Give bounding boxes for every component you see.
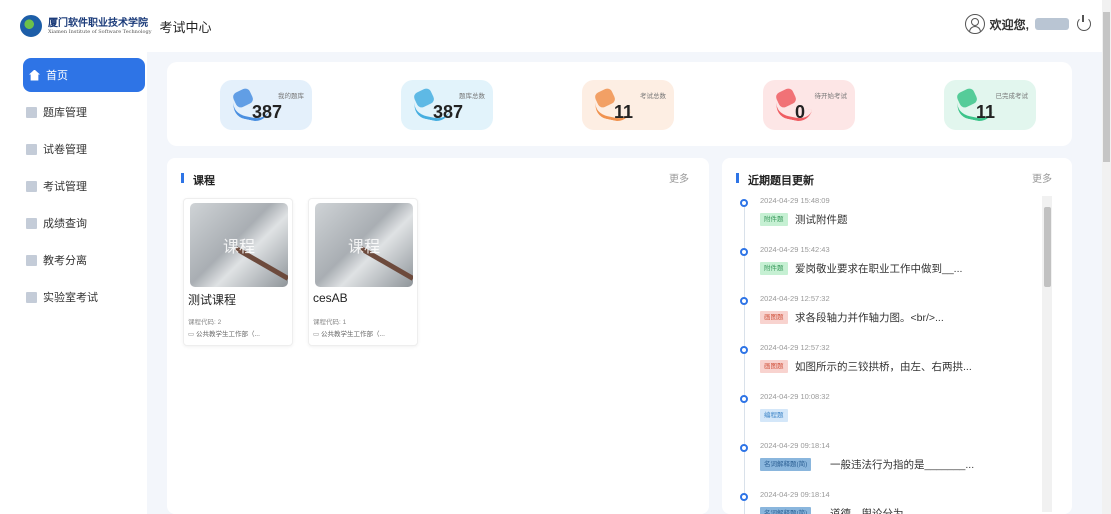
update-item[interactable]: 2024-04-29 09:18:14 名词解释题(简) 道德、舆论分为... <box>734 488 1034 514</box>
school-name: 厦门软件职业技术学院 Xiamen Institute of Software … <box>48 17 152 35</box>
course-name[interactable]: 测试课程 <box>188 291 236 308</box>
user-avatar-icon[interactable] <box>964 14 985 34</box>
update-time: 2024-04-29 15:42:43 <box>760 245 830 254</box>
question-type-badge: 附件题 <box>760 262 788 275</box>
update-text[interactable]: 一般违法行为指的是_______... <box>830 457 974 472</box>
app-title: 考试中心 <box>159 19 212 35</box>
sidebar-item-label: 成绩查询 <box>43 218 87 230</box>
timeline-dot-icon <box>740 199 748 207</box>
update-item[interactable]: 2024-04-29 09:18:14 名词解释题(简) 一般违法行为指的是____… <box>734 439 1034 479</box>
update-text[interactable]: 求各段轴力并作轴力图。<br/>... <box>795 310 944 325</box>
update-text[interactable]: 如图所示的三铰拱桥，由左、右两拱... <box>795 359 972 374</box>
question-type-badge: 名词解释题(简) <box>760 507 812 514</box>
timeline-dot-icon <box>740 444 748 452</box>
power-icon[interactable] <box>1077 15 1091 31</box>
course-code: 课程代码: 2 <box>188 319 222 326</box>
sidebar-item-0[interactable]: 首页 <box>23 58 145 92</box>
separation-icon <box>26 254 37 266</box>
stat-label: 我的题库 <box>278 93 304 100</box>
update-item[interactable]: 2024-04-29 12:57:32 画图题 求各段轴力并作轴力图。<br/>..… <box>734 292 1034 332</box>
update-time: 2024-04-29 09:18:14 <box>760 441 830 450</box>
update-time: 2024-04-29 12:57:32 <box>760 343 830 352</box>
question-type-badge: 附件题 <box>760 213 788 226</box>
courses-panel: 课程 更多 课程测试课程课程代码: 2公共教学生工作部（...课程cesAB课程… <box>167 158 709 514</box>
course-card[interactable]: 课程测试课程课程代码: 2 公共教学生工作部（... <box>183 198 293 346</box>
paper-icon <box>26 143 37 155</box>
updates-more-link[interactable]: 更多 <box>1032 170 1052 185</box>
timeline-dot-icon <box>740 493 748 501</box>
stat-value: 0 <box>795 102 806 122</box>
stat-label: 考试总数 <box>640 93 666 100</box>
update-item[interactable]: 2024-04-29 10:08:32 编程题 <box>734 390 1034 430</box>
course-code: 课程代码: 1 <box>313 319 347 326</box>
sidebar-item-label: 题库管理 <box>43 107 87 119</box>
update-time: 2024-04-29 12:57:32 <box>760 294 830 303</box>
sidebar-item-6[interactable]: 实验室考试 <box>20 280 144 314</box>
home-icon <box>29 69 40 81</box>
school-logo-icon[interactable] <box>20 15 42 37</box>
sidebar-item-label: 首页 <box>46 70 68 82</box>
update-text[interactable]: 测试附件题 <box>795 212 848 227</box>
sidebar-item-3[interactable]: 考试管理 <box>20 169 144 203</box>
course-department: 公共教学生工作部（... <box>188 328 260 338</box>
question-type-badge: 画图题 <box>760 360 788 373</box>
stat-value: 11 <box>976 102 996 122</box>
update-time: 2024-04-29 09:18:14 <box>760 490 830 499</box>
courses-more-link[interactable]: 更多 <box>669 170 689 185</box>
updates-timeline: 2024-04-29 15:48:09 附件题 测试附件题 2024-04-29 15… <box>734 192 1044 514</box>
sidebar-item-label: 考试管理 <box>43 181 87 193</box>
sidebar-item-label: 试卷管理 <box>43 144 87 156</box>
stat-card[interactable]: 我的题库 387 <box>220 80 312 130</box>
course-name[interactable]: cesAB <box>313 291 348 305</box>
sidebar-item-5[interactable]: 教考分离 <box>20 243 144 277</box>
question-type-badge: 画图题 <box>760 311 788 324</box>
timeline-dot-icon <box>740 395 748 403</box>
stat-label: 题库总数 <box>459 93 485 100</box>
username-redacted[interactable] <box>1035 18 1069 30</box>
update-text[interactable]: 爱岗敬业要求在职业工作中做到__... <box>795 261 962 276</box>
update-time: 2024-04-29 15:48:09 <box>760 196 830 205</box>
update-item[interactable]: 2024-04-29 15:48:09 附件题 测试附件题 <box>734 194 1034 234</box>
stat-card[interactable]: 题库总数 387 <box>401 80 493 130</box>
question-bank-icon <box>26 106 37 118</box>
welcome-text: 欢迎您, <box>989 17 1029 32</box>
timeline-dot-icon <box>740 346 748 354</box>
stat-card[interactable]: 已完成考试 11 <box>944 80 1036 130</box>
page-scrollbar-thumb[interactable] <box>1103 12 1110 162</box>
stat-card[interactable]: 待开始考试 0 <box>763 80 855 130</box>
question-type-badge: 名词解释题(简) <box>760 458 812 471</box>
sidebar-item-4[interactable]: 成绩查询 <box>20 206 144 240</box>
sidebar-item-label: 教考分离 <box>43 255 87 267</box>
score-icon <box>26 217 37 229</box>
updates-scrollbar-thumb[interactable] <box>1044 207 1051 287</box>
user-area: 欢迎您, <box>964 14 1091 34</box>
timeline-dot-icon <box>740 297 748 305</box>
stat-value: 387 <box>252 102 283 122</box>
course-cover-image[interactable]: 课程 <box>315 203 413 287</box>
stat-tag-icon <box>771 86 815 124</box>
update-item[interactable]: 2024-04-29 15:42:43 附件题 爱岗敬业要求在职业工作中做到__..… <box>734 243 1034 283</box>
updates-title: 近期题目更新 <box>736 172 814 188</box>
stat-label: 已完成考试 <box>995 93 1029 100</box>
courses-title: 课程 <box>181 172 215 188</box>
lab-icon <box>26 291 37 303</box>
course-cover-image[interactable]: 课程 <box>190 203 288 287</box>
sidebar-item-label: 实验室考试 <box>43 292 98 304</box>
exam-icon <box>26 180 37 192</box>
timeline-dot-icon <box>740 248 748 256</box>
top-bar: 厦门软件职业技术学院 Xiamen Institute of Software … <box>0 0 1111 52</box>
update-time: 2024-04-29 10:08:32 <box>760 392 830 401</box>
sidebar-item-1[interactable]: 题库管理 <box>20 95 144 129</box>
course-department: 公共教学生工作部（... <box>313 328 385 338</box>
stat-card[interactable]: 考试总数 11 <box>582 80 674 130</box>
update-item[interactable]: 2024-04-29 12:57:32 画图题 如图所示的三铰拱桥，由左、右两拱..… <box>734 341 1034 381</box>
question-type-badge: 编程题 <box>760 409 788 422</box>
stat-value: 11 <box>614 102 634 122</box>
course-card[interactable]: 课程 cesAB 课程代码: 1 公共教学生工作部（... <box>308 198 418 346</box>
update-text[interactable]: 道德、舆论分为... <box>830 506 912 514</box>
stat-value: 387 <box>433 102 464 122</box>
stat-label: 待开始考试 <box>814 93 848 100</box>
sidebar-item-2[interactable]: 试卷管理 <box>20 132 144 166</box>
